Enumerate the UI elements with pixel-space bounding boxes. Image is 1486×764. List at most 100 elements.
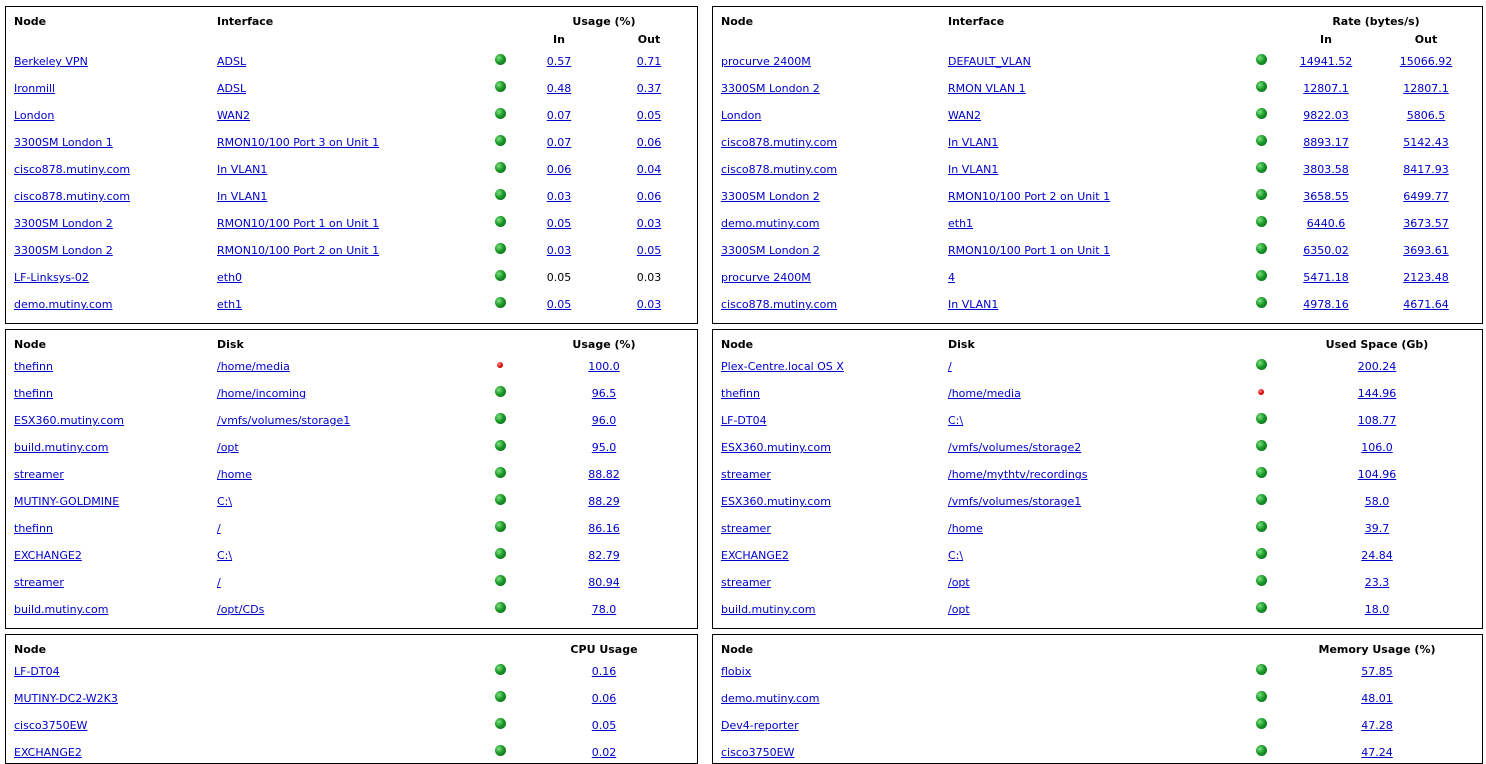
node-link[interactable]: procurve 2400M [721,271,811,284]
disk-link[interactable]: /opt [948,603,970,616]
disk-link[interactable]: C:\ [217,495,232,508]
node-link[interactable]: cisco878.mutiny.com [721,163,837,176]
out-value[interactable]: 6499.77 [1403,190,1449,203]
disk-link[interactable]: /home/incoming [217,387,306,400]
out-value[interactable]: 15066.92 [1400,55,1453,68]
disk-link[interactable]: /vmfs/volumes/storage2 [948,441,1081,454]
metric-value[interactable]: 96.0 [592,414,617,427]
in-value[interactable]: 0.03 [547,244,572,257]
out-value[interactable]: 12807.1 [1403,82,1449,95]
interface-link[interactable]: In VLAN1 [948,298,998,311]
in-value[interactable]: 8893.17 [1303,136,1349,149]
metric-value[interactable]: 0.06 [592,692,617,705]
disk-link[interactable]: C:\ [948,549,963,562]
metric-value[interactable]: 0.05 [592,719,617,732]
metric-value[interactable]: 106.0 [1361,441,1393,454]
disk-link[interactable]: /home/mythtv/recordings [948,468,1088,481]
in-value[interactable]: 3803.58 [1303,163,1349,176]
in-value[interactable]: 12807.1 [1303,82,1349,95]
disk-link[interactable]: /home [948,522,983,535]
node-link[interactable]: 3300SM London 2 [721,244,820,257]
out-value[interactable]: 8417.93 [1403,163,1449,176]
in-value[interactable]: 0.48 [547,82,572,95]
in-value[interactable]: 0.05 [547,298,572,311]
interface-link[interactable]: In VLAN1 [217,190,267,203]
node-link[interactable]: thefinn [14,387,53,400]
node-link[interactable]: London [721,109,761,122]
node-link[interactable]: ESX360.mutiny.com [721,441,831,454]
node-link[interactable]: streamer [721,576,771,589]
interface-link[interactable]: eth1 [948,217,973,230]
disk-link[interactable]: /vmfs/volumes/storage1 [217,414,350,427]
out-value[interactable]: 2123.48 [1403,271,1449,284]
metric-value[interactable]: 88.29 [588,495,620,508]
node-link[interactable]: cisco3750EW [14,719,87,732]
out-value[interactable]: 0.37 [637,82,662,95]
interface-link[interactable]: DEFAULT_VLAN [948,55,1031,68]
metric-value[interactable]: 96.5 [592,387,617,400]
in-value[interactable]: 6440.6 [1307,217,1346,230]
metric-value[interactable]: 86.16 [588,522,620,535]
node-link[interactable]: LF-DT04 [721,414,767,427]
in-value[interactable]: 0.07 [547,136,572,149]
node-link[interactable]: 3300SM London 2 [14,217,113,230]
disk-link[interactable]: /opt/CDs [217,603,264,616]
interface-link[interactable]: ADSL [217,82,246,95]
node-link[interactable]: 3300SM London 2 [14,244,113,257]
disk-link[interactable]: /vmfs/volumes/storage1 [948,495,1081,508]
node-link[interactable]: cisco878.mutiny.com [14,190,130,203]
in-value[interactable]: 9822.03 [1303,109,1349,122]
out-value[interactable]: 0.71 [637,55,662,68]
in-value[interactable]: 5471.18 [1303,271,1349,284]
node-link[interactable]: demo.mutiny.com [721,217,819,230]
node-link[interactable]: EXCHANGE2 [721,549,789,562]
interface-link[interactable]: WAN2 [217,109,250,122]
interface-link[interactable]: In VLAN1 [948,163,998,176]
node-link[interactable]: Berkeley VPN [14,55,88,68]
interface-link[interactable]: RMON10/100 Port 2 on Unit 1 [217,244,379,257]
disk-link[interactable]: /home [217,468,252,481]
metric-value[interactable]: 80.94 [588,576,620,589]
metric-value[interactable]: 0.02 [592,746,617,759]
node-link[interactable]: streamer [721,468,771,481]
disk-link[interactable]: / [217,522,221,535]
in-value[interactable]: 0.07 [547,109,572,122]
metric-value[interactable]: 48.01 [1361,692,1393,705]
in-value[interactable]: 4978.16 [1303,298,1349,311]
interface-link[interactable]: RMON10/100 Port 3 on Unit 1 [217,136,379,149]
out-value[interactable]: 0.03 [637,298,662,311]
node-link[interactable]: thefinn [14,522,53,535]
node-link[interactable]: demo.mutiny.com [721,692,819,705]
in-value[interactable]: 0.05 [547,217,572,230]
out-value[interactable]: 0.05 [637,244,662,257]
node-link[interactable]: thefinn [721,387,760,400]
interface-link[interactable]: eth1 [217,298,242,311]
metric-value[interactable]: 82.79 [588,549,620,562]
disk-link[interactable]: / [948,360,952,373]
interface-link[interactable]: 4 [948,271,955,284]
metric-value[interactable]: 200.24 [1358,360,1397,373]
metric-value[interactable]: 100.0 [588,360,620,373]
metric-value[interactable]: 39.7 [1365,522,1390,535]
in-value[interactable]: 6350.02 [1303,244,1349,257]
in-value[interactable]: 0.03 [547,190,572,203]
node-link[interactable]: cisco3750EW [721,746,794,759]
out-value[interactable]: 3673.57 [1403,217,1449,230]
node-link[interactable]: procurve 2400M [721,55,811,68]
node-link[interactable]: Dev4-reporter [721,719,799,732]
disk-link[interactable]: /opt [948,576,970,589]
interface-link[interactable]: RMON10/100 Port 2 on Unit 1 [948,190,1110,203]
node-link[interactable]: 3300SM London 2 [721,190,820,203]
interface-link[interactable]: eth0 [217,271,242,284]
out-value[interactable]: 0.03 [637,217,662,230]
metric-value[interactable]: 0.16 [592,665,617,678]
metric-value[interactable]: 95.0 [592,441,617,454]
metric-value[interactable]: 23.3 [1365,576,1390,589]
node-link[interactable]: flobix [721,665,751,678]
in-value[interactable]: 0.06 [547,163,572,176]
node-link[interactable]: cisco878.mutiny.com [721,298,837,311]
in-value[interactable]: 3658.55 [1303,190,1349,203]
node-link[interactable]: thefinn [14,360,53,373]
out-value[interactable]: 0.04 [637,163,662,176]
out-value[interactable]: 3693.61 [1403,244,1449,257]
